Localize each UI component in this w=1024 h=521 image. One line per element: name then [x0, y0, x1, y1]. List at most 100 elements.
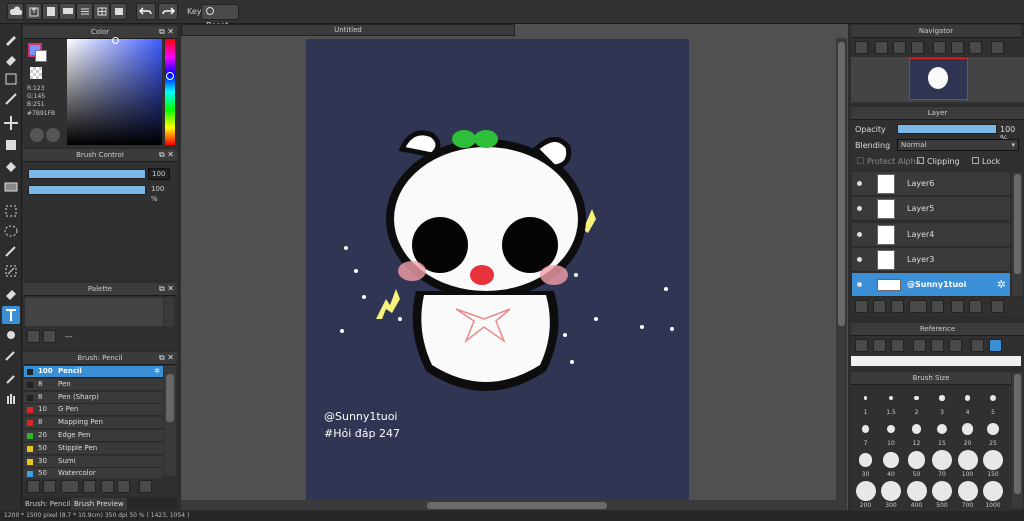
brush-item[interactable]: 8 Mapping Pen	[24, 417, 163, 430]
layer-row[interactable]: Layer6	[852, 172, 1010, 196]
actual-size-icon[interactable]	[911, 41, 924, 54]
line-tool-icon[interactable]	[2, 90, 20, 108]
brush-list-scroll-thumb[interactable]	[166, 374, 174, 422]
tab-brush-pencil[interactable]: Brush: Pencil	[25, 500, 70, 508]
visibility-eye-icon[interactable]	[857, 231, 862, 237]
navigator-preview[interactable]	[851, 57, 1024, 102]
new-palette-icon[interactable]	[27, 330, 40, 343]
reference-close-icon[interactable]	[891, 339, 904, 352]
protect-alpha-checkbox[interactable]	[857, 157, 864, 164]
hand-tool-icon[interactable]	[2, 390, 20, 408]
zoom-in-icon[interactable]	[855, 41, 868, 54]
list-icon[interactable]	[76, 3, 93, 20]
layer-row[interactable]: @Sunny1tuoi ✲	[852, 273, 1010, 298]
visibility-eye-icon[interactable]	[857, 256, 862, 262]
color-wheel-icon[interactable]	[46, 128, 60, 142]
reference-open-icon[interactable]	[873, 339, 886, 352]
reference-eyedropper-icon[interactable]	[971, 339, 984, 352]
drawing-canvas[interactable]: @Sunny1tuoi #Hỏi đáp 247	[306, 39, 689, 500]
dropper-tool-icon[interactable]	[2, 370, 20, 388]
brush-folder-icon[interactable]	[43, 480, 56, 493]
brush-size-cell[interactable]: 1000	[981, 481, 1006, 511]
brush-opacity-slider[interactable]	[28, 185, 146, 195]
reference-zoom-in-icon[interactable]	[913, 339, 926, 352]
upload-icon[interactable]	[25, 3, 42, 20]
layer-settings-icon[interactable]: ✲	[997, 278, 1006, 291]
brush-size-cell[interactable]: 3	[930, 388, 955, 418]
layer-add-menu-icon[interactable]	[909, 300, 927, 313]
eyedropper-icon[interactable]	[2, 346, 20, 364]
layer-row[interactable]: Layer5	[852, 197, 1010, 222]
navigator-viewport[interactable]	[909, 58, 968, 100]
brush-size-cell[interactable]: 30	[853, 450, 878, 480]
tab-brush-preview[interactable]: Brush Preview	[71, 498, 127, 510]
move-tool-icon[interactable]	[2, 114, 20, 132]
brush-size-cell[interactable]: 300	[879, 481, 904, 511]
export-icon[interactable]	[42, 3, 59, 20]
brush-size-cell[interactable]: 5	[981, 388, 1006, 418]
brush-size-cell[interactable]: 500	[930, 481, 955, 511]
brush-add-icon[interactable]	[61, 480, 79, 493]
brush-item[interactable]: 50 Stipple Pen	[24, 442, 163, 455]
reference-fit-icon[interactable]	[949, 339, 962, 352]
brush-size-cell[interactable]: 150	[981, 450, 1006, 480]
grid-icon[interactable]	[93, 3, 110, 20]
visibility-eye-icon[interactable]	[857, 181, 862, 186]
reset-button[interactable]: Reset	[201, 4, 239, 30]
undo-icon[interactable]	[136, 3, 156, 20]
rect-tool-icon[interactable]	[2, 70, 20, 88]
navigator-settings-icon[interactable]	[991, 41, 1004, 54]
hand-drag-icon[interactable]	[2, 326, 20, 344]
new-layer-8bit-icon[interactable]	[891, 300, 904, 313]
brush-size-cell[interactable]: 7	[853, 419, 878, 449]
magic-wand-icon[interactable]	[2, 242, 20, 260]
brush-size-value[interactable]: 100	[148, 168, 170, 180]
visibility-eye-icon[interactable]	[857, 206, 862, 212]
palette-scrollbar[interactable]	[164, 298, 174, 326]
brush-size-cell[interactable]: 400	[904, 481, 929, 511]
document-tab[interactable]: Untitled	[181, 24, 515, 36]
layer-row[interactable]: Layer4	[852, 222, 1010, 247]
reset-view-icon[interactable]	[951, 41, 964, 54]
palette-picker-icon[interactable]	[30, 128, 44, 142]
reference-cloud-icon[interactable]	[855, 339, 868, 352]
brush-size-slider[interactable]	[28, 169, 146, 179]
brush-copy-icon[interactable]	[83, 480, 96, 493]
reference-view[interactable]	[851, 356, 1021, 366]
brush-item[interactable]: 10 G Pen	[24, 404, 163, 417]
brush-size-cell[interactable]: 2	[904, 388, 929, 418]
fit-icon[interactable]	[893, 41, 906, 54]
brush-size-cell[interactable]: 1	[853, 388, 878, 418]
canvas-horizontal-scrollbar[interactable]	[181, 500, 847, 510]
panel-controls-icon[interactable]: ⧉ ✕	[159, 149, 174, 161]
rotate-icon[interactable]	[933, 41, 946, 54]
layer-delete-icon[interactable]	[991, 300, 1004, 313]
select-pen-icon[interactable]	[2, 262, 20, 280]
brush-size-cell[interactable]: 15	[930, 419, 955, 449]
transparent-color-swatch[interactable]	[30, 67, 42, 79]
brush-size-cell[interactable]: 25	[981, 419, 1006, 449]
layer-duplicate-icon[interactable]	[969, 300, 982, 313]
layer-folder-icon[interactable]	[931, 300, 944, 313]
brush-folder2-icon[interactable]	[101, 480, 114, 493]
brush-size-cell[interactable]: 200	[853, 481, 878, 511]
brush-item[interactable]: 8 Pen	[24, 378, 163, 391]
brush-size-cell[interactable]: 10	[879, 419, 904, 449]
brush-item[interactable]: 30 Sumi	[24, 455, 163, 468]
eraser-tool-icon[interactable]	[2, 50, 20, 68]
brush-item[interactable]: 8 Pen (Sharp)	[24, 391, 163, 404]
flip-icon[interactable]	[969, 41, 982, 54]
brush-item[interactable]: 20 Edge Pen	[24, 430, 163, 442]
sub-color-swatch[interactable]	[35, 50, 47, 62]
brush-size-cell[interactable]: 1.5	[879, 388, 904, 418]
canvas-vertical-scrollbar[interactable]	[836, 38, 847, 500]
brush-settings-icon[interactable]: ✲	[154, 366, 160, 377]
brush-delete-icon[interactable]	[139, 480, 152, 493]
reference-zoom-out-icon[interactable]	[931, 339, 944, 352]
cloud-icon[interactable]	[7, 3, 24, 20]
visibility-eye-icon[interactable]	[857, 282, 862, 288]
panel-controls-icon[interactable]: ⧉ ✕	[159, 283, 174, 295]
lock-checkbox[interactable]	[972, 157, 979, 164]
brush-size-cell[interactable]: 40	[879, 450, 904, 480]
comment-icon[interactable]	[59, 3, 76, 20]
